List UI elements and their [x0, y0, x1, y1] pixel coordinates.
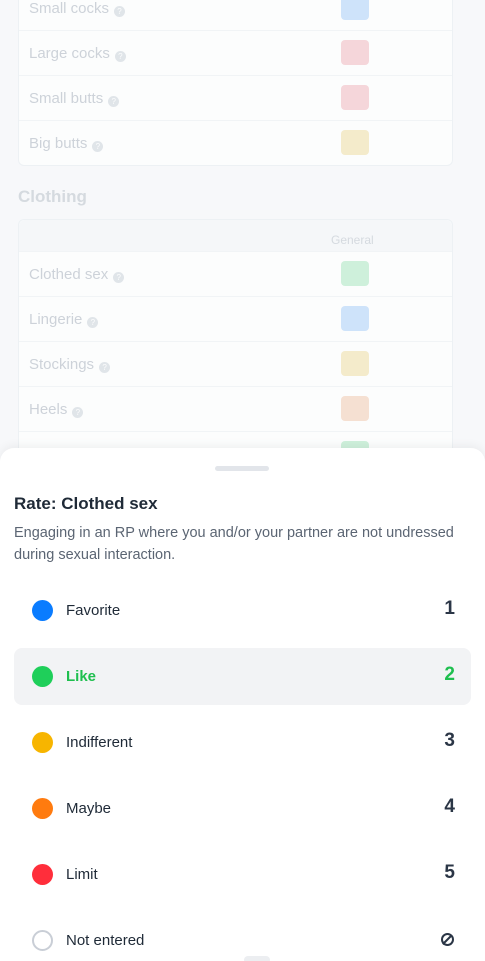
option-label: Limit [66, 866, 98, 883]
indifferent-dot-icon [32, 732, 53, 753]
option-not-entered[interactable]: Not entered [14, 912, 471, 961]
option-value: 1 [444, 598, 455, 619]
home-indicator [244, 956, 270, 961]
option-favorite[interactable]: Favorite 1 [14, 582, 471, 639]
sheet-title: Rate: Clothed sex [14, 494, 158, 513]
option-value: 5 [444, 862, 455, 883]
favorite-dot-icon [32, 600, 53, 621]
option-label: Not entered [66, 932, 145, 949]
option-indifferent[interactable]: Indifferent 3 [14, 714, 471, 771]
sheet-description: Engaging in an RP where you and/or your … [14, 525, 454, 563]
rating-bottom-sheet: Rate: Clothed sex Engaging in an RP wher… [0, 448, 485, 961]
drag-handle[interactable] [215, 466, 269, 471]
limit-dot-icon [32, 864, 53, 885]
option-value: 4 [444, 796, 455, 817]
option-value: 2 [444, 664, 455, 685]
like-dot-icon [32, 666, 53, 687]
block-icon [441, 933, 454, 946]
option-label: Favorite [66, 602, 121, 619]
option-limit[interactable]: Limit 5 [14, 846, 471, 903]
option-maybe[interactable]: Maybe 4 [14, 780, 471, 837]
option-like[interactable]: Like 2 [14, 648, 471, 705]
empty-circle-icon [32, 930, 53, 951]
option-value: 3 [444, 730, 455, 751]
option-label: Like [66, 668, 97, 685]
maybe-dot-icon [32, 798, 53, 819]
option-label: Indifferent [66, 734, 133, 751]
option-label: Maybe [66, 800, 112, 817]
